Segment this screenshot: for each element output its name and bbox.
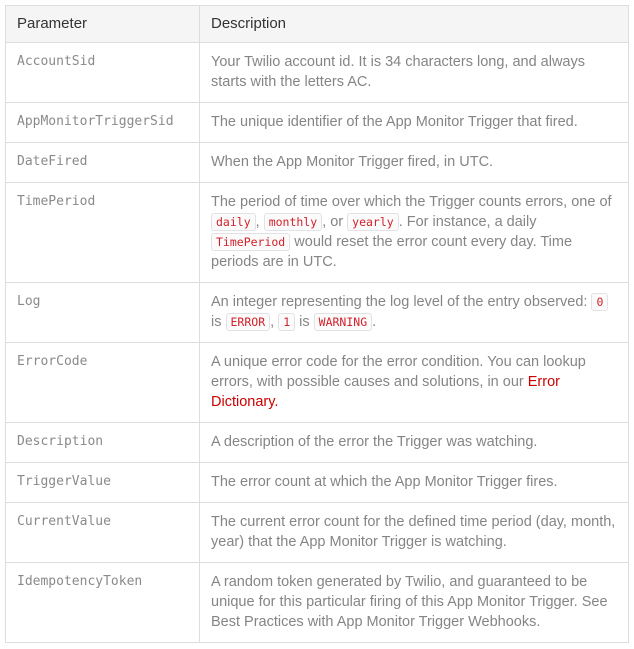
inline-code-token: 1 [278, 313, 296, 331]
description-text: A description of the error the Trigger w… [211, 434, 538, 450]
table-header-row: Parameter Description [5, 5, 629, 43]
inline-code-token: WARNING [313, 313, 373, 331]
table-row: ErrorCode A unique error code for the err… [5, 342, 629, 423]
parameters-table: Parameter Description AccountSid Your Twi… [5, 5, 629, 643]
inline-code-token: monthly [263, 213, 323, 231]
parameter-description-cell: The unique identifier of the App Monitor… [199, 102, 629, 143]
description-text: The current error count for the defined … [211, 514, 616, 550]
parameter-name-cell: DateFired [5, 142, 200, 183]
parameter-description-cell: The period of time over which the Trigge… [199, 182, 629, 283]
column-header-description: Description [199, 5, 629, 43]
table-row: TimePeriod The period of time over which … [5, 182, 629, 283]
parameter-name-cell: Log [5, 282, 200, 343]
table-row: IdempotencyToken A random token generated… [5, 562, 629, 643]
description-text: An integer representing the log level of… [211, 292, 616, 332]
error-dictionary-link[interactable]: . [274, 394, 278, 410]
parameter-description-cell: A random token generated by Twilio, and … [199, 562, 629, 643]
column-header-parameter: Parameter [5, 5, 200, 43]
description-text: The error count at which the App Monitor… [211, 474, 558, 490]
parameter-description-cell: The current error count for the defined … [199, 502, 629, 563]
table-row: Log An integer representing the log level… [5, 282, 629, 343]
parameter-description-cell: When the App Monitor Trigger fired, in U… [199, 142, 629, 183]
parameter-name-cell: ErrorCode [5, 342, 200, 423]
parameter-name-cell: Description [5, 422, 200, 463]
parameter-name-cell: TimePeriod [5, 182, 200, 283]
parameter-description-cell: A unique error code for the error condit… [199, 342, 629, 423]
table-row: TriggerValue The error count at which the… [5, 462, 629, 503]
inline-code-token: TimePeriod [211, 233, 291, 251]
table-body: AccountSid Your Twilio account id. It is … [5, 42, 629, 643]
parameter-description-cell: An integer representing the log level of… [199, 282, 629, 343]
parameter-name-cell: AppMonitorTriggerSid [5, 102, 200, 143]
description-text: Your Twilio account id. It is 34 charact… [211, 54, 585, 90]
description-text: A random token generated by Twilio, and … [211, 574, 608, 630]
parameter-name-cell: AccountSid [5, 42, 200, 103]
inline-code-token: ERROR [225, 313, 271, 331]
inline-code-token: 0 [591, 293, 609, 311]
description-text: A unique error code for the error condit… [211, 354, 586, 410]
parameters-table-container: Parameter Description AccountSid Your Twi… [0, 0, 634, 649]
parameter-name-cell: IdempotencyToken [5, 562, 200, 643]
description-text: The period of time over which the Trigge… [211, 194, 612, 270]
inline-code-token: yearly [347, 213, 399, 231]
parameter-name-cell: CurrentValue [5, 502, 200, 563]
table-row: Description A description of the error th… [5, 422, 629, 463]
table-row: CurrentValue The current error count for … [5, 502, 629, 563]
parameter-description-cell: Your Twilio account id. It is 34 charact… [199, 42, 629, 103]
parameter-name-cell: TriggerValue [5, 462, 200, 503]
parameter-description-cell: A description of the error the Trigger w… [199, 422, 629, 463]
table-row: DateFired When the App Monitor Trigger fi… [5, 142, 629, 183]
description-text: When the App Monitor Trigger fired, in U… [211, 154, 494, 170]
table-header: Parameter Description [5, 5, 629, 43]
error-dictionary-link[interactable]: Error Dictionary [211, 374, 560, 410]
table-row: AppMonitorTriggerSid The unique identifie… [5, 102, 629, 143]
inline-code-token: daily [211, 213, 256, 231]
table-row: AccountSid Your Twilio account id. It is … [5, 42, 629, 103]
parameter-description-cell: The error count at which the App Monitor… [199, 462, 629, 503]
description-text: The unique identifier of the App Monitor… [211, 114, 578, 130]
